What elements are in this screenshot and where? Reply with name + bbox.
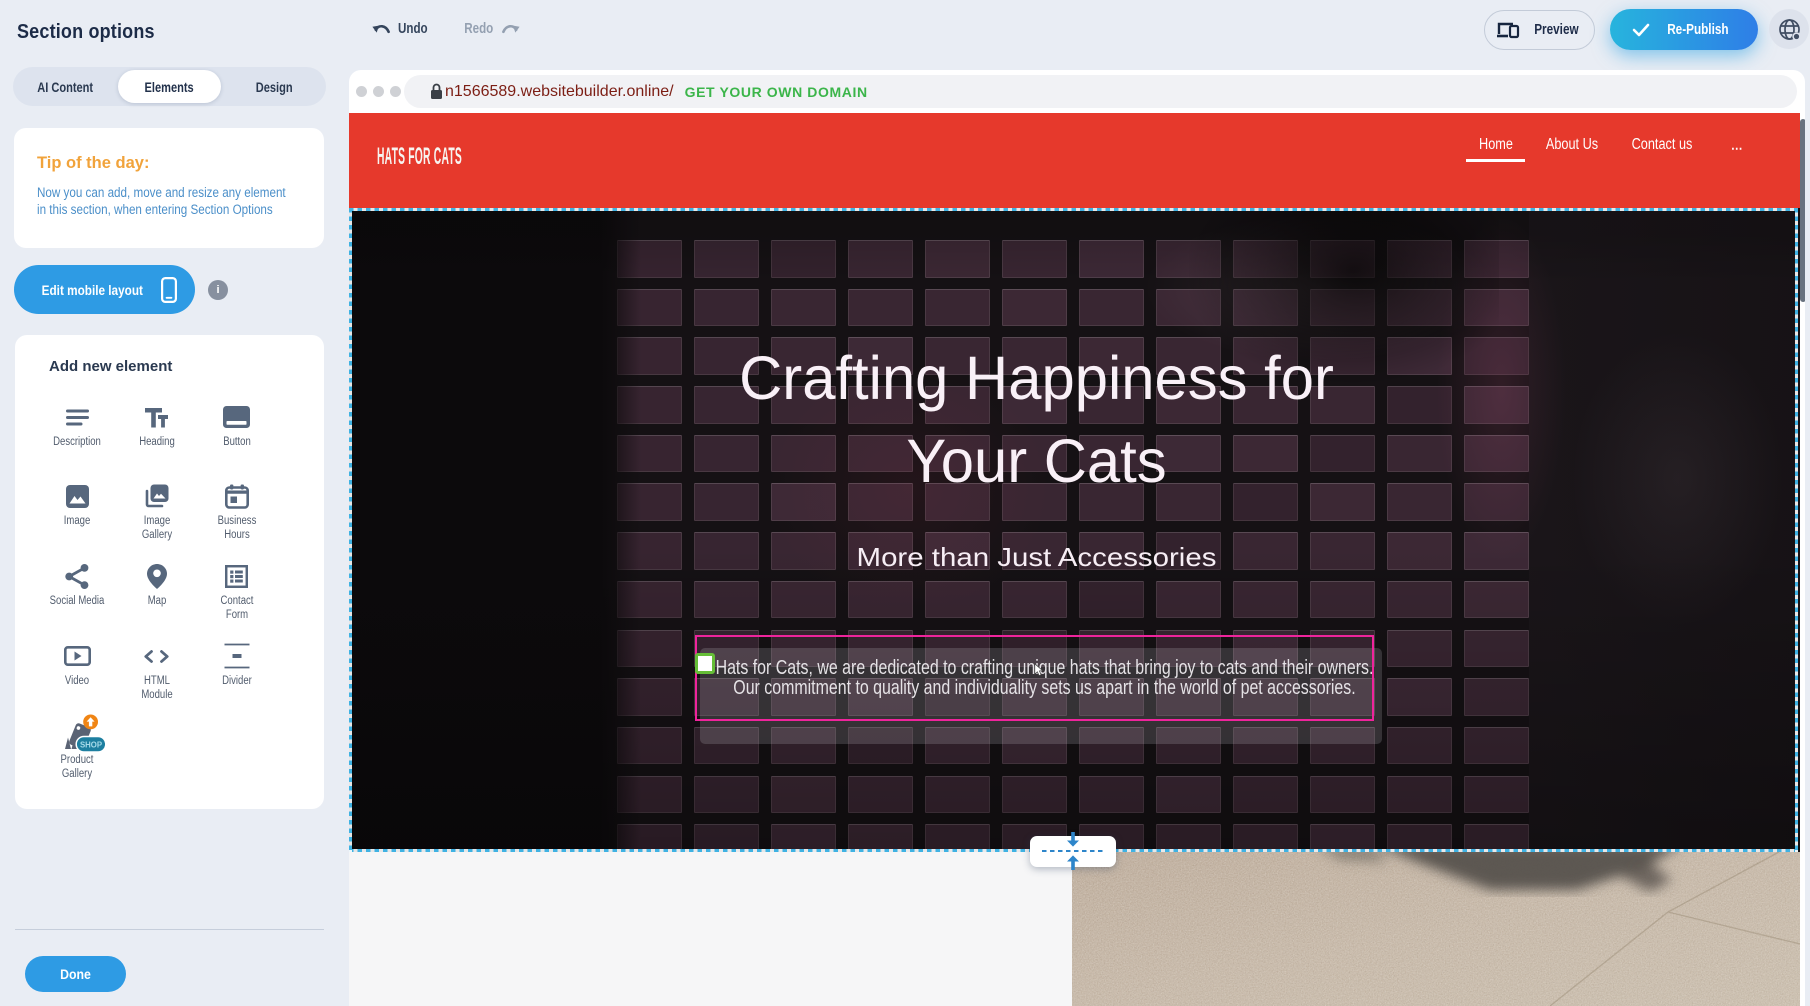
svg-text:SHOP: SHOP (80, 741, 102, 750)
